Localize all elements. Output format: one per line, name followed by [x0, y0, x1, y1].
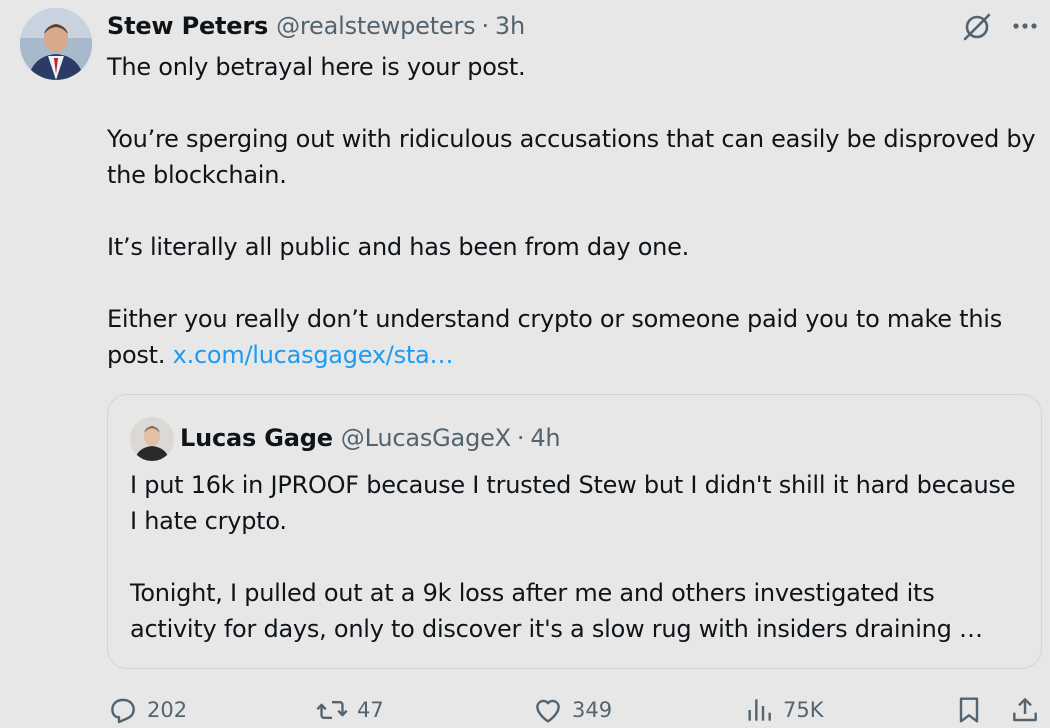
share-icon	[1013, 698, 1037, 722]
like-button[interactable]: 349	[532, 692, 612, 728]
like-icon	[536, 699, 560, 723]
reply-count: 202	[147, 698, 188, 722]
author-avatar[interactable]	[20, 8, 92, 80]
quoted-author-name[interactable]: Lucas Gage	[180, 424, 333, 452]
quoted-author-handle[interactable]: @LucasGageX	[341, 424, 511, 452]
quoted-text: I put 16k in JPROOF because I trusted St…	[130, 467, 1025, 647]
views-button[interactable]: 75K	[743, 692, 824, 728]
post-text: The only betrayal here is your post. You…	[107, 49, 1042, 373]
share-button[interactable]	[1009, 692, 1049, 728]
separator-dot: ·	[516, 424, 525, 452]
quoted-paragraph: I put 16k in JPROOF because I trusted St…	[130, 471, 1016, 535]
bookmark-button[interactable]	[953, 692, 993, 728]
separator-dot: ·	[481, 12, 489, 40]
bookmark-icon	[959, 697, 979, 723]
post-timestamp[interactable]: 3h	[495, 12, 525, 40]
reply-button[interactable]: 202	[107, 692, 187, 728]
post-paragraph: You’re sperging out with ridiculous accu…	[107, 125, 1036, 189]
tweet[interactable]: Stew Peters @realstewpeters · 3h The onl…	[0, 0, 1050, 728]
author-name[interactable]: Stew Peters	[107, 12, 268, 40]
grok-icon[interactable]	[960, 10, 994, 44]
quoted-paragraph: Tonight, I pulled out at a 9k loss after…	[130, 579, 983, 643]
quoted-author-avatar[interactable]	[130, 417, 174, 461]
post-paragraph-with-link: Either you really don’t understand crypt…	[107, 301, 1042, 373]
post-header: Stew Peters @realstewpeters · 3h	[107, 10, 525, 42]
author-handle[interactable]: @realstewpeters	[276, 12, 476, 40]
quoted-header: Lucas Gage @LucasGageX · 4h	[180, 422, 561, 454]
views-count: 75K	[783, 698, 824, 722]
action-bar: 202 47 349 75K	[107, 692, 1042, 728]
like-count: 349	[572, 698, 613, 722]
post-paragraph: The only betrayal here is your post.	[107, 53, 526, 81]
repost-icon	[316, 700, 348, 720]
post-link[interactable]: x.com/lucasgagex/sta…	[173, 341, 454, 369]
author-avatar-image	[20, 8, 92, 80]
repost-count: 47	[357, 698, 384, 722]
quoted-tweet[interactable]: Lucas Gage @LucasGageX · 4h I put 16k in…	[107, 394, 1042, 669]
reply-icon	[111, 698, 135, 724]
more-icon[interactable]	[1010, 16, 1040, 36]
views-icon	[748, 699, 771, 721]
repost-button[interactable]: 47	[315, 692, 384, 728]
quoted-timestamp[interactable]: 4h	[530, 424, 560, 452]
post-paragraph: It’s literally all public and has been f…	[107, 233, 689, 261]
quoted-author-avatar-image	[130, 417, 174, 461]
